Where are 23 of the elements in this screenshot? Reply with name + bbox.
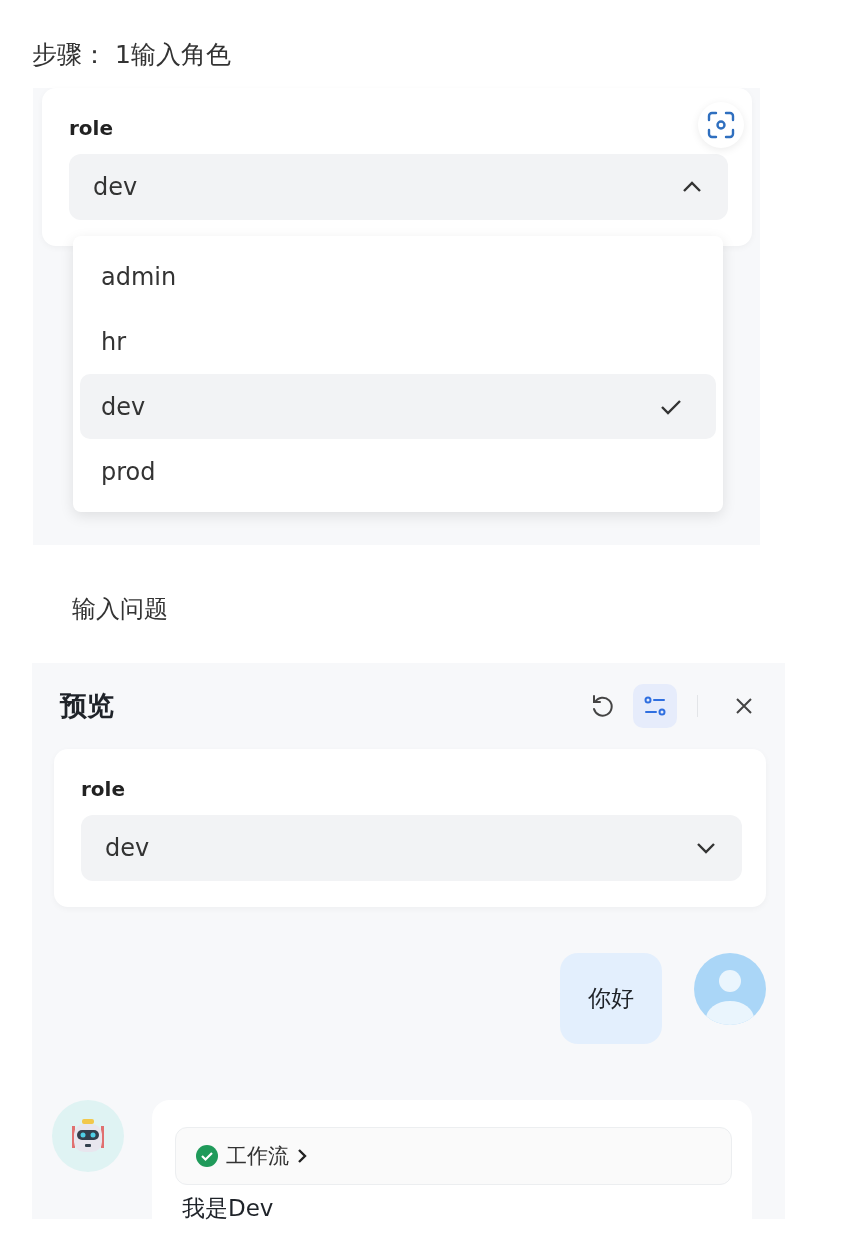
bot-reply: 我是Dev	[182, 1194, 275, 1223]
dropdown-option[interactable]: prod	[80, 439, 716, 504]
chevron-up-icon	[682, 181, 702, 193]
field-label: role	[81, 777, 126, 801]
dropdown-option[interactable]: dev	[80, 374, 716, 439]
workflow-chip[interactable]: 工作流	[175, 1127, 732, 1185]
role-select[interactable]: dev	[81, 815, 742, 881]
role-select[interactable]: dev	[69, 154, 728, 220]
chevron-right-icon	[297, 1148, 307, 1164]
check-icon	[660, 398, 682, 415]
field-label: role	[69, 116, 114, 140]
dropdown-option[interactable]: hr	[80, 309, 716, 374]
settings-button[interactable]	[633, 684, 677, 728]
close-icon	[734, 696, 754, 716]
user-message: 你好	[560, 953, 662, 1044]
dropdown-option[interactable]: admin	[80, 244, 716, 309]
caption: 输入问题	[71, 594, 169, 625]
chevron-down-icon	[696, 842, 716, 854]
scan-icon	[706, 110, 736, 140]
reset-icon	[590, 693, 616, 719]
panel-title: 预览	[60, 689, 115, 723]
scan-button[interactable]	[698, 102, 744, 148]
step-heading: 步骤： 1输入角色	[31, 39, 232, 71]
